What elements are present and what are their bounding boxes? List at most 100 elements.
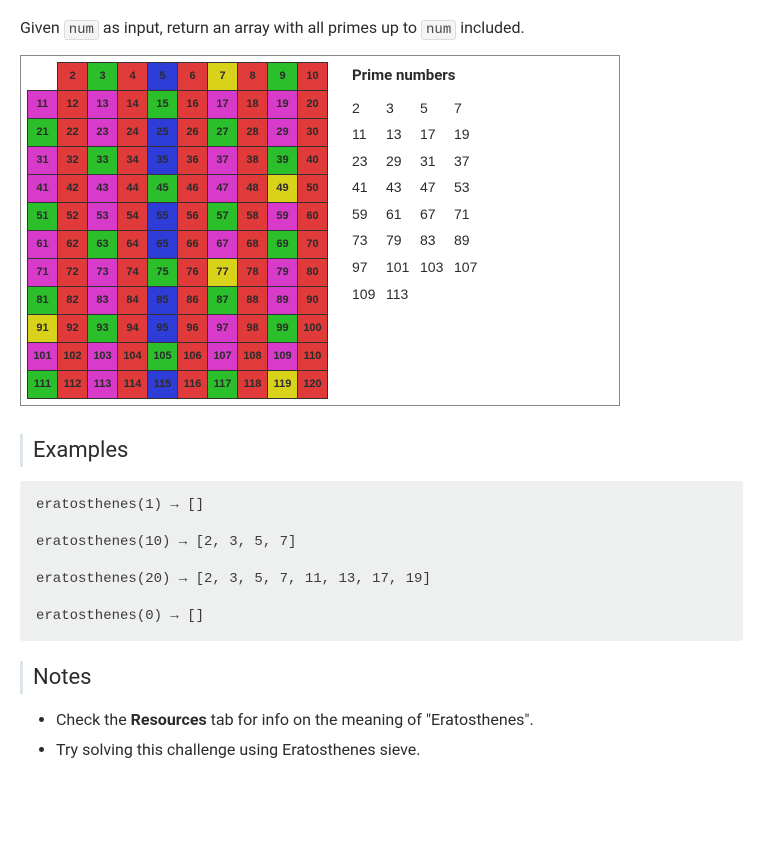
sieve-cell: 14 bbox=[118, 91, 148, 119]
sieve-cell: 45 bbox=[148, 175, 178, 203]
note-item: Check the Resources tab for info on the … bbox=[56, 708, 743, 732]
sieve-cell: 99 bbox=[268, 315, 298, 343]
sieve-cell: 103 bbox=[88, 343, 118, 371]
sieve-cell: 34 bbox=[118, 147, 148, 175]
sieve-cell: 76 bbox=[178, 259, 208, 287]
sieve-cell: 62 bbox=[58, 231, 88, 259]
prime-list-row: 2357 bbox=[352, 95, 488, 122]
sieve-cell: 98 bbox=[238, 315, 268, 343]
sieve-cell: 27 bbox=[208, 119, 238, 147]
sieve-cell: 87 bbox=[208, 287, 238, 315]
sieve-cell: 117 bbox=[208, 371, 238, 399]
sieve-cell: 109 bbox=[268, 343, 298, 371]
sieve-cell: 53 bbox=[88, 203, 118, 231]
sieve-cell: 120 bbox=[298, 371, 328, 399]
sieve-cell: 58 bbox=[238, 203, 268, 231]
sieve-cell: 20 bbox=[298, 91, 328, 119]
sieve-cell: 54 bbox=[118, 203, 148, 231]
sieve-cell: 2 bbox=[58, 63, 88, 91]
prime-value: 2 bbox=[352, 95, 386, 122]
sieve-cell: 51 bbox=[28, 203, 58, 231]
inline-code-num-2: num bbox=[421, 20, 456, 40]
sieve-cell: 85 bbox=[148, 287, 178, 315]
sieve-cell: 78 bbox=[238, 259, 268, 287]
prime-value: 13 bbox=[386, 121, 420, 148]
sieve-cell: 35 bbox=[148, 147, 178, 175]
sieve-cell: 88 bbox=[238, 287, 268, 315]
sieve-cell: 94 bbox=[118, 315, 148, 343]
sieve-cell: 63 bbox=[88, 231, 118, 259]
prime-value: 43 bbox=[386, 174, 420, 201]
sieve-cell: 49 bbox=[268, 175, 298, 203]
prime-list-row: 73798389 bbox=[352, 227, 488, 254]
sieve-cell: 84 bbox=[118, 287, 148, 315]
sieve-cell: 57 bbox=[208, 203, 238, 231]
sieve-cell: 21 bbox=[28, 119, 58, 147]
sieve-cell: 23 bbox=[88, 119, 118, 147]
sieve-cell: 71 bbox=[28, 259, 58, 287]
note-text: Try solving this challenge using Eratost… bbox=[56, 740, 420, 759]
example-line: eratosthenes(10) → [2, 3, 5, 7] bbox=[36, 532, 727, 553]
sieve-cell: 56 bbox=[178, 203, 208, 231]
sieve-cell: 60 bbox=[298, 203, 328, 231]
sieve-figure: 2345678910111213141516171819202122232425… bbox=[20, 55, 620, 406]
sieve-cell: 81 bbox=[28, 287, 58, 315]
sieve-cell: 28 bbox=[238, 119, 268, 147]
sieve-cell: 50 bbox=[298, 175, 328, 203]
sieve-cell: 38 bbox=[238, 147, 268, 175]
prime-list-row: 11131719 bbox=[352, 121, 488, 148]
notes-heading: Notes bbox=[20, 661, 743, 694]
prime-value: 17 bbox=[420, 121, 454, 148]
sieve-cell: 100 bbox=[298, 315, 328, 343]
prime-list-row: 97101103107 bbox=[352, 254, 488, 281]
sieve-cell: 40 bbox=[298, 147, 328, 175]
prime-value: 41 bbox=[352, 174, 386, 201]
sieve-cell: 64 bbox=[118, 231, 148, 259]
sieve-cell: 114 bbox=[118, 371, 148, 399]
prime-value: 7 bbox=[454, 95, 488, 122]
prime-list-row: 41434753 bbox=[352, 174, 488, 201]
note-bold: Resources bbox=[131, 710, 207, 729]
sieve-cell: 66 bbox=[178, 231, 208, 259]
sieve-cell: 11 bbox=[28, 91, 58, 119]
prime-value: 101 bbox=[386, 254, 420, 281]
sieve-cell: 26 bbox=[178, 119, 208, 147]
sieve-cell: 47 bbox=[208, 175, 238, 203]
sieve-cell: 83 bbox=[88, 287, 118, 315]
sieve-cell: 42 bbox=[58, 175, 88, 203]
prime-value bbox=[420, 281, 454, 308]
example-line: eratosthenes(1) → [] bbox=[36, 495, 727, 516]
sieve-grid: 2345678910111213141516171819202122232425… bbox=[27, 62, 328, 399]
prime-value: 29 bbox=[386, 148, 420, 175]
sieve-cell: 115 bbox=[148, 371, 178, 399]
sieve-cell: 3 bbox=[88, 63, 118, 91]
sieve-cell: 46 bbox=[178, 175, 208, 203]
prompt-text-mid: as input, return an array with all prime… bbox=[99, 18, 421, 37]
sieve-cell: 6 bbox=[178, 63, 208, 91]
sieve-cell: 41 bbox=[28, 175, 58, 203]
sieve-cell: 89 bbox=[268, 287, 298, 315]
prime-list: 2357111317192329313741434753596167717379… bbox=[352, 95, 488, 308]
sieve-cell: 67 bbox=[208, 231, 238, 259]
sieve-cell: 19 bbox=[268, 91, 298, 119]
prime-value: 89 bbox=[454, 227, 488, 254]
sieve-cell: 96 bbox=[178, 315, 208, 343]
sieve-cell: 61 bbox=[28, 231, 58, 259]
sieve-cell: 29 bbox=[268, 119, 298, 147]
sieve-cell: 18 bbox=[238, 91, 268, 119]
sieve-cell: 44 bbox=[118, 175, 148, 203]
sieve-cell: 75 bbox=[148, 259, 178, 287]
prime-value: 19 bbox=[454, 121, 488, 148]
sieve-cell: 111 bbox=[28, 371, 58, 399]
sieve-cell: 31 bbox=[28, 147, 58, 175]
sieve-cell: 25 bbox=[148, 119, 178, 147]
prime-value: 31 bbox=[420, 148, 454, 175]
sieve-cell: 93 bbox=[88, 315, 118, 343]
examples-code-block: eratosthenes(1) → [] eratosthenes(10) → [… bbox=[20, 481, 743, 641]
sieve-cell: 90 bbox=[298, 287, 328, 315]
prime-value: 23 bbox=[352, 148, 386, 175]
note-item: Try solving this challenge using Eratost… bbox=[56, 738, 743, 762]
sieve-cell: 17 bbox=[208, 91, 238, 119]
examples-heading: Examples bbox=[20, 434, 743, 467]
prime-list-row: 109113 bbox=[352, 281, 488, 308]
